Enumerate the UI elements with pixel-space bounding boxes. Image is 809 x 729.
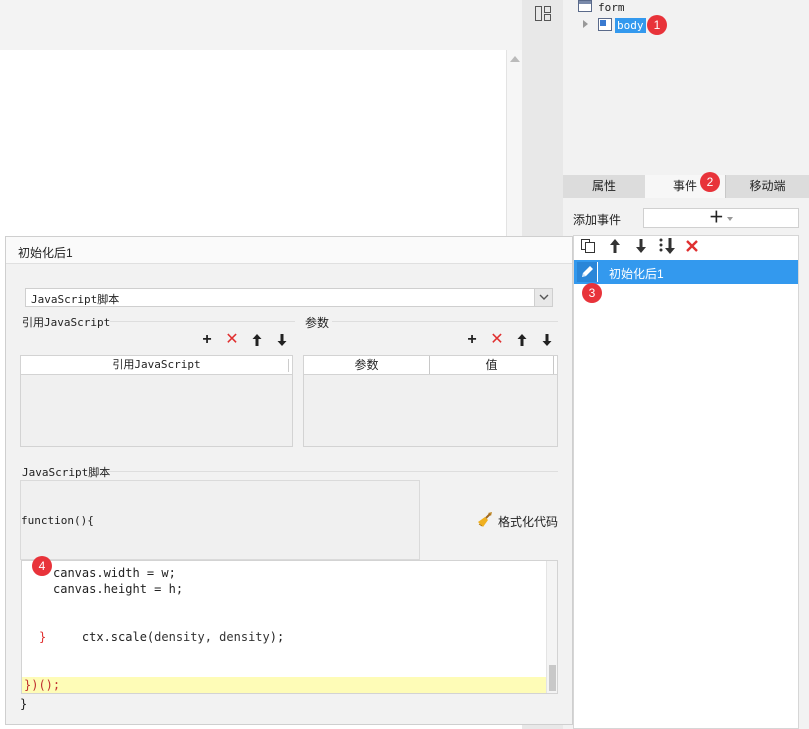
copy-icon[interactable] [580, 238, 596, 254]
param-down-icon[interactable] [541, 333, 553, 347]
script-type-value: JavaScript脚本 [31, 293, 120, 306]
code-line-4: } [39, 630, 47, 644]
function-header-box: function(){ [20, 480, 420, 560]
param-table-header: 参数 值 [304, 356, 557, 375]
tab-mobile[interactable]: 移动端 [725, 175, 809, 198]
param-up-icon[interactable] [516, 333, 528, 347]
event-item-label: 初始化后1 [609, 267, 664, 281]
js-script-section-title: JavaScript脚本 [22, 466, 111, 479]
closing-brace: } [20, 697, 28, 711]
ref-add-icon[interactable]: + [198, 332, 216, 350]
code-token: ); [269, 630, 285, 644]
ref-js-table: 引用JavaScript [20, 355, 293, 447]
code-line-2: canvas.height = h; [53, 582, 184, 596]
ref-js-table-header: 引用JavaScript [21, 356, 292, 375]
js-section-divider [108, 471, 558, 472]
code-token-args: density, density [154, 630, 270, 644]
plus-icon: ＋ [708, 209, 724, 226]
function-header-text: function(){ [21, 514, 94, 527]
broom-icon [478, 512, 492, 527]
code-editor-scrollbar[interactable] [546, 561, 557, 693]
add-event-label: 添加事件 [573, 213, 622, 227]
callout-badge-3: 3 [582, 283, 602, 303]
canvas-vertical-scrollbar[interactable] [506, 50, 522, 236]
param-section-title: 参数 [305, 316, 330, 330]
code-token: ctx.scale( [81, 630, 155, 644]
param-table: 参数 值 [303, 355, 558, 447]
move-up-icon[interactable] [608, 238, 622, 254]
code-line-3: ctx.scale(density, density); [53, 613, 284, 661]
tree-expand-icon[interactable] [583, 20, 588, 28]
tree-node-form[interactable]: form [598, 1, 625, 14]
param-value-column-header[interactable]: 值 [430, 356, 554, 374]
param-delete-icon[interactable]: ✕ [488, 332, 506, 350]
ref-up-icon[interactable] [251, 333, 263, 347]
scroll-up-icon[interactable] [510, 56, 520, 62]
move-down-icon[interactable] [634, 238, 648, 254]
callout-badge-4: 4 [32, 556, 52, 576]
select-dropdown-button[interactable] [534, 289, 552, 306]
ref-section-divider [110, 321, 295, 322]
dialog-title: 初始化后1 [18, 246, 73, 260]
tree-node-body[interactable]: body [615, 18, 646, 33]
chevron-down-icon [539, 294, 549, 300]
script-type-select[interactable]: JavaScript脚本 [25, 288, 553, 307]
tab-attributes[interactable]: 属性 [563, 175, 645, 198]
delete-event-icon[interactable] [685, 239, 699, 253]
ref-delete-icon[interactable]: ✕ [223, 332, 241, 350]
event-list [573, 235, 799, 729]
dialog-title-bar: 初始化后1 [6, 237, 572, 264]
param-name-column-header[interactable]: 参数 [304, 356, 430, 374]
body-node-icon [598, 18, 612, 31]
scrollbar-thumb[interactable] [549, 665, 556, 691]
add-event-dropdown[interactable]: ＋ [643, 208, 799, 228]
chevron-down-icon [727, 216, 734, 221]
edit-pencil-icon[interactable] [577, 262, 598, 282]
param-add-icon[interactable]: + [463, 332, 481, 350]
layout-grid-icon[interactable] [535, 6, 551, 21]
callout-badge-2: 2 [700, 172, 720, 192]
code-line-1: canvas.width = w; [53, 566, 176, 580]
highlighted-line: })(); [22, 677, 546, 693]
format-code-label: 格式化代码 [498, 515, 559, 529]
event-item-init[interactable]: 初始化后1 [574, 260, 798, 284]
ref-js-section-title: 引用JavaScript [22, 316, 111, 329]
canvas-toolbar-strip [0, 0, 522, 50]
callout-badge-1: 1 [647, 15, 667, 35]
form-node-icon [578, 0, 592, 12]
ref-down-icon[interactable] [276, 333, 288, 347]
move-bottom-icon[interactable] [658, 237, 676, 255]
code-line-6: })(); [24, 678, 61, 692]
code-editor[interactable]: canvas.width = w; canvas.height = h; ctx… [21, 560, 558, 694]
param-section-divider [332, 321, 558, 322]
design-canvas[interactable] [0, 50, 506, 236]
ref-js-column-header[interactable]: 引用JavaScript [21, 356, 292, 374]
